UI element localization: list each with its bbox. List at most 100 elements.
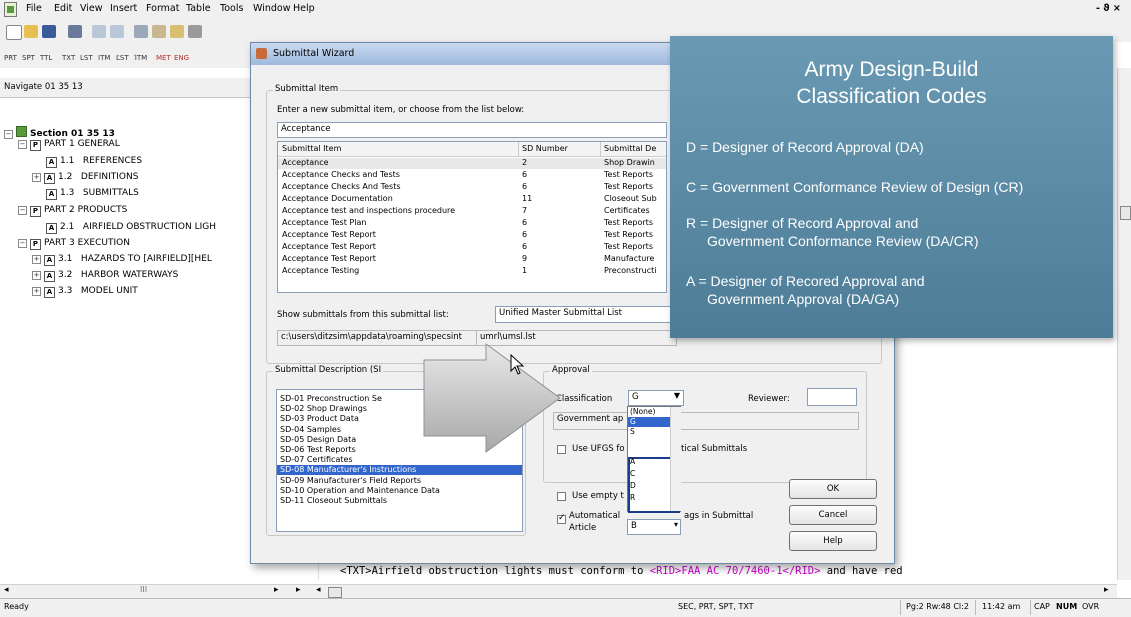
submittal-item-input[interactable]: Acceptance	[277, 122, 667, 138]
list-cell[interactable]: 2	[522, 158, 527, 167]
tree-item[interactable]: A 1.3 SUBMITTALS	[46, 188, 139, 200]
list-cell[interactable]: Acceptance test and inspections procedur…	[282, 206, 455, 215]
scroll-thumb[interactable]	[328, 587, 342, 598]
tool-icon[interactable]	[188, 25, 202, 38]
tree-item[interactable]: + A 3.2 HARBOR WATERWAYS	[32, 270, 178, 282]
list-cell[interactable]: Acceptance	[282, 158, 329, 167]
window-controls[interactable]: - ϑ ×	[1096, 3, 1121, 14]
chevron-down-icon[interactable]: ▼	[674, 391, 680, 400]
tb-end-itm[interactable]: ΊTM	[134, 54, 147, 62]
tree-hscrollbar[interactable]: ◂ III ▸ ▸	[0, 584, 310, 598]
menu-edit[interactable]: Edit	[54, 3, 72, 14]
list-cell[interactable]: Acceptance Test Report	[282, 230, 376, 239]
ok-button[interactable]: OK	[789, 479, 877, 499]
col-header[interactable]: Submittal Item	[282, 144, 341, 153]
list-cell[interactable]: Acceptance Test Report	[282, 254, 376, 263]
dropdown-option[interactable]: D	[630, 481, 636, 490]
scroll-right-icon[interactable]: ▸	[1104, 585, 1109, 595]
empty-tags-checkbox[interactable]	[557, 492, 566, 501]
editor-hscrollbar[interactable]: ◂ ▸	[310, 584, 1117, 598]
list-cell[interactable]: Test Reports	[604, 230, 653, 239]
tree-item[interactable]: A 1.1 REFERENCES	[46, 156, 142, 168]
new-icon[interactable]	[6, 25, 22, 40]
dropdown-option[interactable]: C	[630, 469, 635, 478]
tb-itm[interactable]: ITM	[98, 54, 110, 62]
scroll-right-icon[interactable]: ▸	[274, 585, 279, 595]
bottom-select[interactable]: B ▾	[627, 519, 681, 535]
vertical-scrollbar[interactable]	[1117, 68, 1131, 580]
dropdown-option[interactable]: (None)	[630, 407, 655, 416]
list-cell[interactable]: Acceptance Documentation	[282, 194, 393, 203]
list-cell[interactable]: Test Reports	[604, 170, 653, 179]
tree-item[interactable]: + A 3.3 MODEL UNIT	[32, 286, 138, 298]
list-cell[interactable]: Acceptance Testing	[282, 266, 359, 275]
menu-view[interactable]: View	[80, 3, 103, 14]
print-icon[interactable]	[68, 25, 82, 38]
menu-table[interactable]: Table	[186, 3, 211, 14]
list-cell[interactable]: Test Reports	[604, 242, 653, 251]
menu-file[interactable]: File	[26, 3, 42, 14]
editor-line[interactable]: <TXT>Airfield obstruction lights must co…	[340, 565, 903, 577]
tb-met[interactable]: MET	[156, 54, 171, 62]
list-cell[interactable]: Manufacture	[604, 254, 654, 263]
dropdown-option[interactable]: A	[630, 457, 635, 466]
list-cell[interactable]: Acceptance Test Plan	[282, 218, 366, 227]
cancel-button[interactable]: Cancel	[789, 505, 877, 525]
scroll-right-icon[interactable]: ▸	[296, 585, 301, 595]
tb-spt[interactable]: SPT	[22, 54, 35, 62]
cut-icon[interactable]	[134, 25, 148, 38]
help-button[interactable]: Help	[789, 531, 877, 551]
tree-item[interactable]: − P PART 1 GENERAL	[18, 139, 120, 151]
scroll-thumb[interactable]	[1120, 206, 1131, 220]
list-cell[interactable]: Acceptance Test Report	[282, 242, 376, 251]
open-icon[interactable]	[24, 25, 38, 38]
list-cell[interactable]: 7	[522, 206, 527, 215]
list-cell[interactable]: 6	[522, 230, 527, 239]
list-cell[interactable]: 6	[522, 242, 527, 251]
description-item[interactable]: SD-11 Closeout Submittals	[277, 496, 522, 506]
menu-help[interactable]: Help	[293, 3, 315, 14]
tb-eng[interactable]: ENG	[174, 54, 189, 62]
tree-item[interactable]: + A 3.1 HAZARDS TO [AIRFIELD][HEL	[32, 254, 212, 266]
reviewer-input[interactable]	[807, 388, 857, 406]
scroll-grip-icon[interactable]: III	[140, 585, 147, 594]
classification-dropdown[interactable]: (None) G S A C D R	[627, 406, 681, 513]
tb-lst[interactable]: LST	[80, 54, 93, 62]
copy-icon[interactable]	[152, 25, 166, 38]
app-icon[interactable]	[4, 2, 17, 17]
tree-item[interactable]: − P PART 2 PRODUCTS	[18, 205, 127, 217]
col-header[interactable]: SD Number	[522, 144, 568, 153]
list-cell[interactable]: Test Reports	[604, 182, 653, 191]
dropdown-option[interactable]: R	[630, 493, 635, 502]
dropdown-scrollbar[interactable]	[670, 407, 681, 511]
submittal-list[interactable]: Submittal Item SD Number Submittal De Ac…	[277, 141, 667, 293]
list-cell[interactable]: 6	[522, 218, 527, 227]
tb-end-lst[interactable]: ĽST	[116, 54, 129, 62]
list-cell[interactable]: Acceptance Checks and Tests	[282, 170, 400, 179]
tb-prt[interactable]: PRT	[4, 54, 17, 62]
chevron-down-icon[interactable]: ▾	[674, 520, 678, 529]
paste-icon[interactable]	[170, 25, 184, 38]
scroll-left-icon[interactable]: ◂	[316, 585, 321, 595]
tb-ttl[interactable]: TTL	[40, 54, 52, 62]
description-item[interactable]: SD-10 Operation and Maintenance Data	[277, 486, 522, 496]
menu-insert[interactable]: Insert	[110, 3, 137, 14]
list-cell[interactable]: 6	[522, 170, 527, 179]
col-header[interactable]: Submittal De	[604, 144, 656, 153]
dropdown-option[interactable]: S	[630, 427, 635, 436]
list-cell[interactable]: 11	[522, 194, 532, 203]
list-cell[interactable]: Preconstructi	[604, 266, 657, 275]
tb-txt[interactable]: TXT	[62, 54, 75, 62]
menu-format[interactable]: Format	[146, 3, 179, 14]
undo-icon[interactable]	[92, 25, 106, 38]
list-cell[interactable]: 1	[522, 266, 527, 275]
tree-item[interactable]: + A 1.2 DEFINITIONS	[32, 172, 138, 184]
menu-tools[interactable]: Tools	[220, 3, 243, 14]
list-cell[interactable]: Test Reports	[604, 218, 653, 227]
description-item[interactable]: SD-09 Manufacturer's Field Reports	[277, 476, 522, 486]
list-cell[interactable]: 9	[522, 254, 527, 263]
auto-tags-checkbox[interactable]: ✓	[557, 513, 566, 524]
classification-select[interactable]: G ▼	[628, 390, 684, 406]
tree-item[interactable]: A 2.1 AIRFIELD OBSTRUCTION LIGH	[46, 222, 216, 234]
list-cell[interactable]: Shop Drawin	[604, 158, 655, 167]
